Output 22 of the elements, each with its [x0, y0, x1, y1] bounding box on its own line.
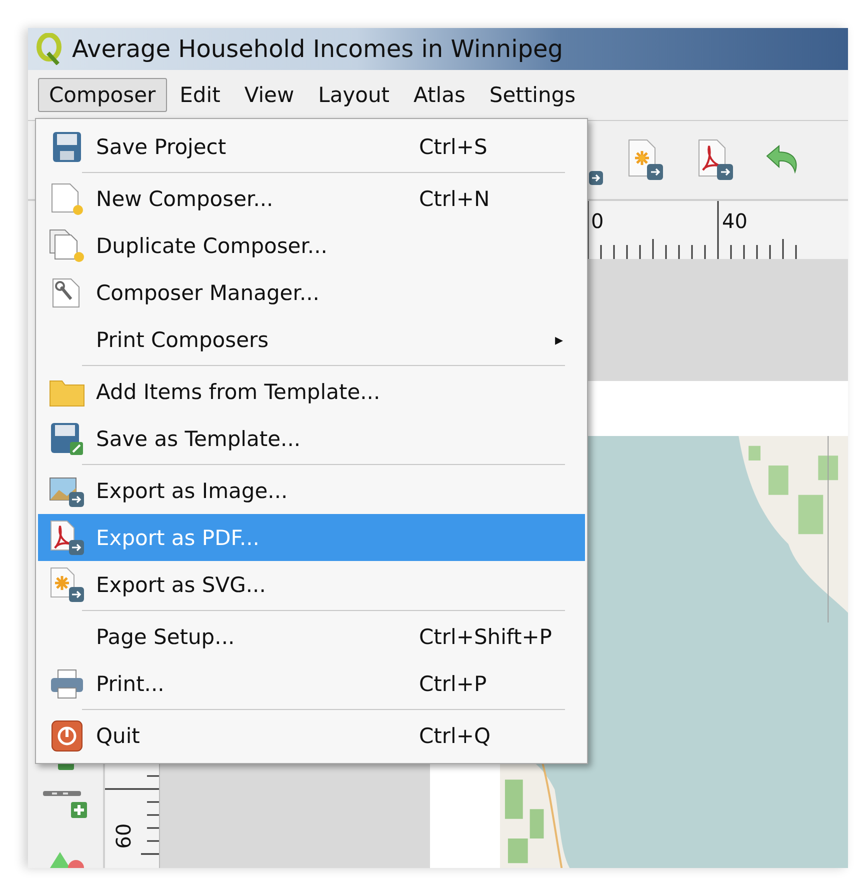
menu-item[interactable]: Export as Image... — [38, 467, 585, 514]
menu-bar-item[interactable]: Edit — [168, 78, 232, 112]
menu-item[interactable]: Page Setup... Ctrl+Shift+P — [38, 613, 585, 660]
ruler-label: 60 — [112, 823, 136, 849]
menu-item[interactable]: Composer Manager... — [38, 269, 585, 316]
menu-item[interactable]: New Composer... Ctrl+N — [38, 175, 585, 222]
menu-item[interactable]: Save as Template... — [38, 415, 585, 462]
menu-item[interactable]: Quit Ctrl+Q — [38, 712, 585, 759]
menu-item[interactable]: Export as SVG... — [38, 561, 585, 608]
menu-item[interactable]: Print... Ctrl+P — [38, 660, 585, 707]
menu-item[interactable]: Print Composers ▸ — [38, 316, 585, 363]
menu-bar-item[interactable]: Layout — [307, 78, 401, 112]
menu-bar-item[interactable]: View — [233, 78, 306, 112]
menu-item[interactable]: Duplicate Composer... — [38, 222, 585, 269]
menu-item[interactable]: Add Items from Template... — [38, 368, 585, 415]
ruler-label: 40 — [722, 209, 748, 233]
menu-item[interactable]: Save Project Ctrl+S — [38, 123, 585, 170]
menu-bar-item[interactable]: Settings — [478, 78, 587, 112]
ruler-label: 0 — [591, 209, 604, 233]
menu-bar-item[interactable]: Atlas — [402, 78, 476, 112]
window-title: Average Household Incomes in Winnipeg — [72, 35, 563, 63]
menu-bar-item[interactable]: Composer — [38, 78, 167, 112]
